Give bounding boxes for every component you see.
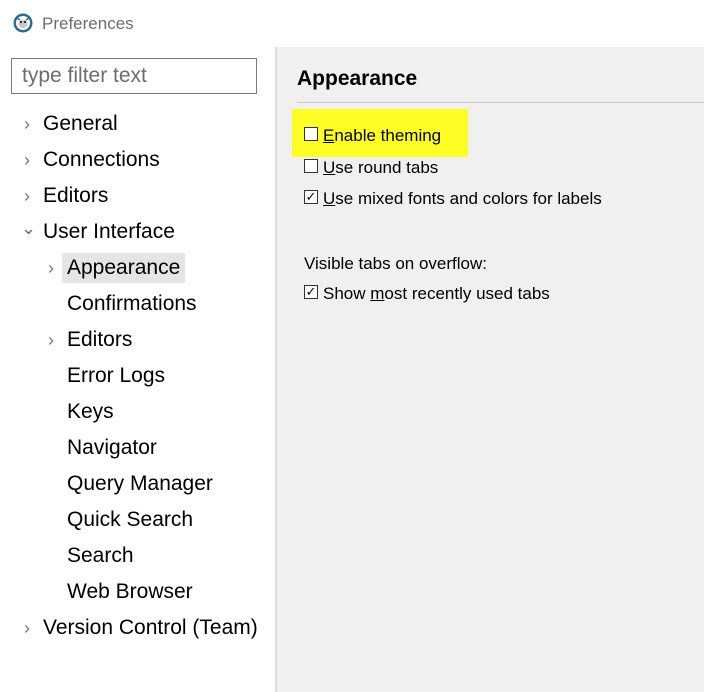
- tree-item-label: Search: [67, 544, 134, 567]
- page-title: Appearance: [297, 67, 418, 90]
- checkbox-label: Show most recently used tabs: [323, 284, 550, 303]
- tree-item-label: Navigator: [67, 436, 157, 459]
- checkbox-label: Enable theming: [323, 126, 442, 145]
- title-bar: Preferences: [0, 0, 704, 47]
- checkbox-label: Use mixed fonts and colors for labels: [323, 189, 602, 208]
- chevron-right-icon[interactable]: ›: [21, 109, 33, 139]
- checkmark-icon[interactable]: ✓: [304, 285, 318, 299]
- tree-item-label: Appearance: [62, 253, 186, 283]
- chevron-right-icon[interactable]: ›: [45, 253, 57, 283]
- tree-item-label: Query Manager: [67, 472, 213, 495]
- checkbox-label: Use round tabs: [323, 158, 439, 177]
- tree-item-label: Editors: [67, 328, 133, 351]
- preference-tree-pane: › General › Connections › Editors ⌄ User…: [0, 47, 275, 692]
- chevron-right-icon[interactable]: ›: [21, 613, 33, 643]
- chevron-right-icon[interactable]: ›: [21, 181, 33, 211]
- tree-item-label: General: [43, 112, 118, 135]
- filter-input[interactable]: [11, 58, 257, 94]
- tree-item-label: Editors: [43, 184, 109, 207]
- tree-item-label: Confirmations: [67, 292, 197, 315]
- tree-item-label: Version Control (Team): [43, 616, 258, 639]
- checkbox-box[interactable]: [304, 127, 318, 141]
- tree-item-label: Connections: [43, 148, 160, 171]
- chevron-down-icon[interactable]: ⌄: [21, 213, 36, 243]
- tree-item-label: Keys: [67, 400, 114, 423]
- checkmark-icon[interactable]: ✓: [304, 190, 318, 204]
- overflow-group-label: Visible tabs on overflow:: [304, 254, 488, 273]
- tree-item-label: Quick Search: [67, 508, 194, 531]
- tree-item-label: User Interface: [43, 220, 175, 243]
- title-separator: [297, 102, 704, 103]
- checkbox-box[interactable]: [304, 159, 318, 173]
- app-logo-icon: [13, 13, 33, 33]
- tree-item-label: Error Logs: [67, 364, 166, 387]
- chevron-right-icon[interactable]: ›: [45, 325, 57, 355]
- appearance-page: Appearance Enable theming Use round tabs…: [277, 47, 704, 692]
- window-title: Preferences: [42, 14, 134, 33]
- tree-item-label: Web Browser: [67, 580, 193, 603]
- chevron-right-icon[interactable]: ›: [21, 145, 33, 175]
